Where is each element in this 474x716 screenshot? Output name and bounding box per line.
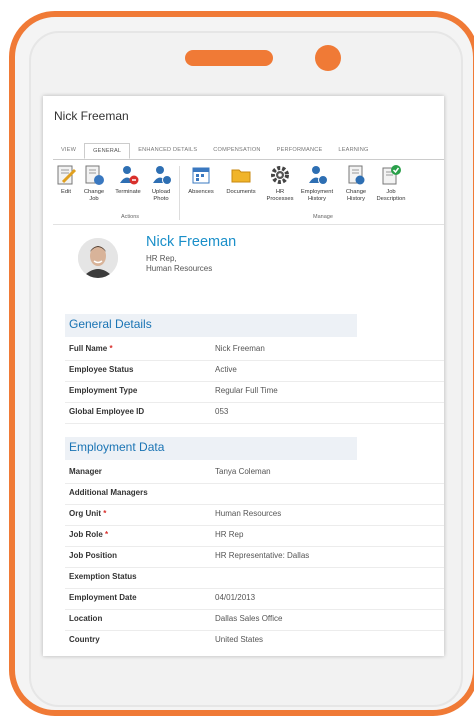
field-label: Org Unit *: [69, 509, 107, 518]
detail-row: Full Name * Nick Freeman: [69, 340, 439, 360]
employee-role: HR Rep,: [146, 254, 177, 263]
field-label: Job Role *: [69, 530, 109, 539]
detail-row: Global Employee ID 053: [69, 403, 439, 423]
phone-camera: [315, 45, 341, 71]
tab-bar: VIEW GENERAL ENHANCED DETAILS COMPENSATI…: [53, 143, 444, 159]
field-value: United States: [215, 635, 264, 644]
hr-processes-button[interactable]: HR Processes: [265, 164, 295, 202]
edit-label: Edit: [61, 189, 71, 195]
employee-department: Human Resources: [146, 264, 213, 273]
field-label: Global Employee ID: [69, 407, 145, 416]
folder-icon: [231, 169, 251, 183]
employee-name: Nick Freeman: [146, 234, 237, 250]
job-description-icon: [382, 165, 401, 185]
detail-row: Manager Tanya Coleman: [69, 463, 439, 483]
tab-compensation[interactable]: COMPENSATION: [205, 143, 268, 159]
field-label: Employee Status: [69, 365, 134, 374]
gear-icon: [271, 166, 289, 184]
tab-learning[interactable]: LEARNING: [330, 143, 376, 159]
change-history-button[interactable]: Change History: [341, 164, 371, 202]
field-value: 053: [215, 407, 229, 416]
profile-photo-icon: [78, 238, 118, 278]
edit-icon: [57, 165, 77, 185]
upload-photo-icon: [153, 166, 172, 185]
ribbon-toolbar: Edit Change Job Terminate Upload Photo A…: [55, 164, 444, 222]
field-value: Dallas Sales Office: [215, 614, 283, 623]
detail-row: Additional Managers: [69, 484, 439, 504]
tab-general[interactable]: GENERAL: [84, 143, 131, 159]
job-description-button[interactable]: Job Description: [373, 164, 409, 202]
terminate-label: Terminate: [115, 189, 141, 195]
tab-enhanced-details[interactable]: ENHANCED DETAILS: [130, 143, 205, 159]
field-value: 04/01/2013: [215, 593, 256, 602]
field-value: Regular Full Time: [215, 386, 278, 395]
field-value: Active: [215, 365, 237, 374]
avatar: [78, 238, 118, 278]
edit-button[interactable]: Edit: [55, 164, 77, 196]
field-value: Nick Freeman: [215, 344, 265, 353]
field-label: Additional Managers: [69, 488, 148, 497]
terminate-button[interactable]: Terminate: [111, 164, 145, 196]
change-job-icon: [85, 165, 104, 185]
employment-history-label: Employment History: [300, 189, 334, 202]
phone-speaker: [185, 50, 273, 66]
change-history-label: Change History: [345, 189, 367, 202]
terminate-icon: [120, 166, 139, 185]
upload-photo-button[interactable]: Upload Photo: [147, 164, 175, 202]
window-title: Nick Freeman: [54, 109, 129, 123]
documents-button[interactable]: Documents: [219, 164, 263, 196]
hr-processes-label: HR Processes: [266, 189, 294, 202]
field-label: Full Name *: [69, 344, 113, 353]
job-description-label: Job Description: [376, 189, 406, 202]
field-label: Employment Date: [69, 593, 137, 602]
detail-row: Exemption Status: [69, 568, 439, 588]
field-value: Tanya Coleman: [215, 467, 271, 476]
upload-photo-label: Upload Photo: [151, 189, 171, 202]
manage-group-label: Manage: [313, 214, 333, 220]
change-job-label: Change Job: [83, 189, 105, 202]
field-label: Location: [69, 614, 103, 623]
change-job-button[interactable]: Change Job: [79, 164, 109, 202]
tab-divider: [53, 159, 444, 160]
field-label: Country: [69, 635, 100, 644]
field-label: Exemption Status: [69, 572, 137, 581]
detail-row: Employment Type Regular Full Time: [69, 382, 439, 402]
field-value: HR Representative: Dallas: [215, 551, 310, 560]
detail-row: Org Unit * Human Resources: [69, 505, 439, 525]
change-history-icon: [348, 165, 365, 185]
ribbon-divider: [53, 224, 444, 225]
detail-row: Job Position HR Representative: Dallas: [69, 547, 439, 567]
detail-row: Employment Date 04/01/2013: [69, 589, 439, 609]
detail-row: Country United States: [69, 631, 439, 651]
field-label: Employment Type: [69, 386, 138, 395]
calendar-icon: [192, 167, 210, 184]
absences-button[interactable]: Absences: [183, 164, 219, 196]
employment-history-icon: [309, 166, 328, 185]
field-value: HR Rep: [215, 530, 244, 539]
tab-view[interactable]: VIEW: [53, 143, 84, 159]
actions-group-label: Actions: [121, 214, 140, 220]
employment-history-button[interactable]: Employment History: [295, 164, 339, 202]
general-details-header: General Details: [65, 314, 357, 337]
row-divider: [65, 423, 444, 424]
detail-row: Employee Status Active: [69, 361, 439, 381]
employment-data-header: Employment Data: [65, 437, 357, 460]
tab-performance[interactable]: PERFORMANCE: [269, 143, 331, 159]
app-screen: Nick Freeman VIEW GENERAL ENHANCED DETAI…: [43, 96, 444, 656]
detail-row: Location Dallas Sales Office: [69, 610, 439, 630]
absences-label: Absences: [188, 189, 214, 195]
field-label: Manager: [69, 467, 102, 476]
documents-label: Documents: [226, 189, 256, 195]
field-label: Job Position: [69, 551, 117, 560]
detail-row: Job Role * HR Rep: [69, 526, 439, 546]
field-value: Human Resources: [215, 509, 282, 518]
general-details-title: General Details: [69, 317, 152, 331]
ribbon-separator: [179, 166, 180, 220]
employment-data-title: Employment Data: [69, 440, 165, 454]
